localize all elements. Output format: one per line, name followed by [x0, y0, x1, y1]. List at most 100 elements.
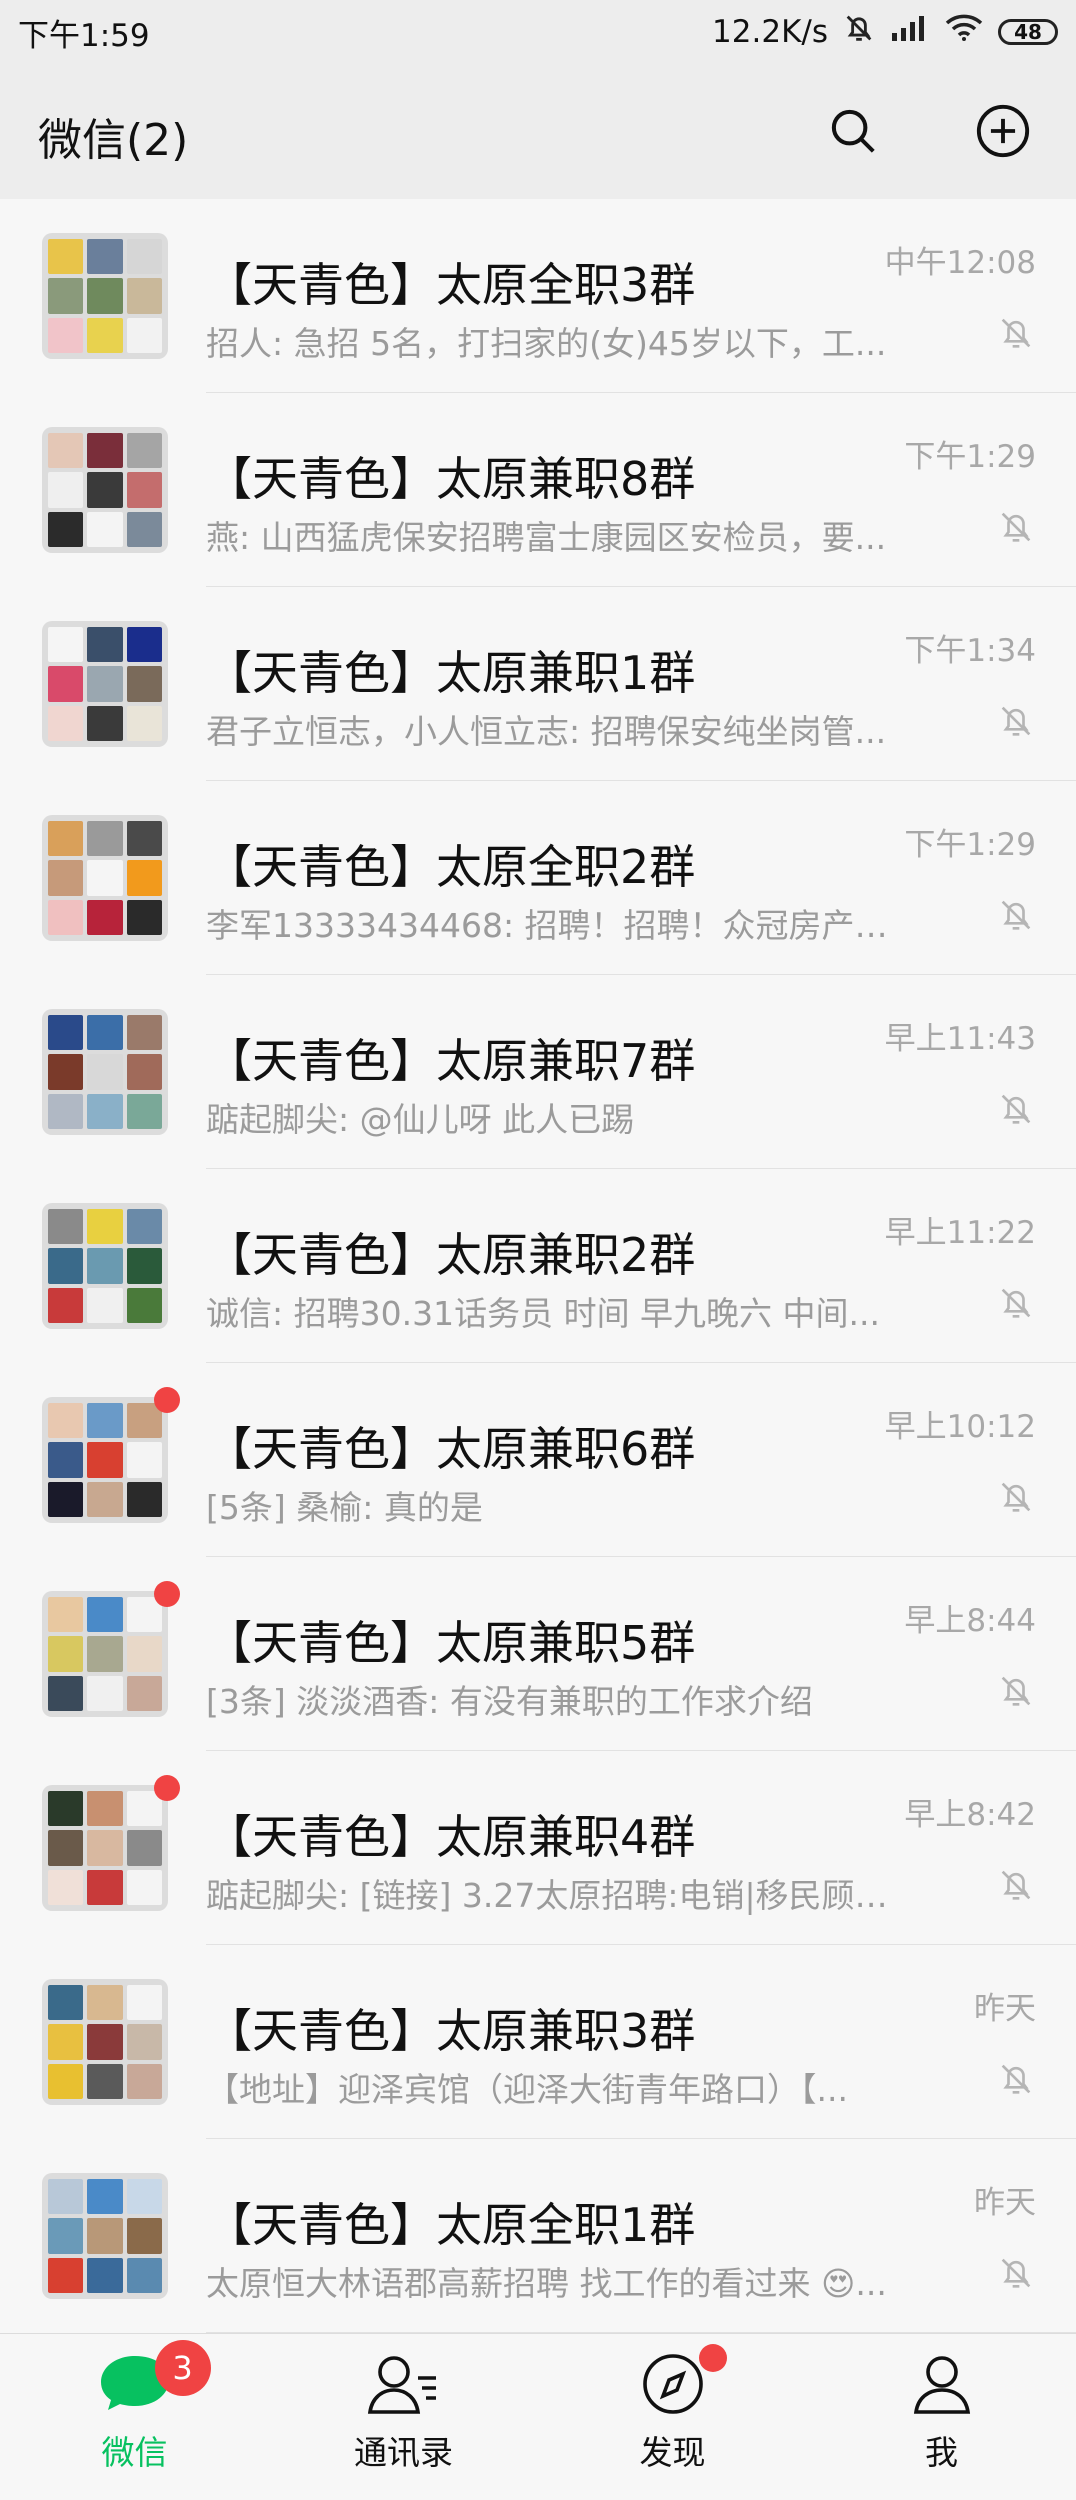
avatar-tile — [87, 1054, 123, 1090]
tab-chats[interactable]: 3 微信 — [0, 2334, 269, 2500]
chat-title: 【天青色】太原兼职6群 — [206, 1422, 696, 1476]
avatar-tile — [48, 1015, 84, 1051]
chat-timestamp: 早上11:43 — [884, 1021, 1036, 1057]
avatar-tile — [48, 2257, 84, 2293]
avatar-tile — [126, 1442, 162, 1478]
plus-circle-icon — [976, 104, 1030, 158]
chat-preview: [3条] 淡淡酒香: 有没有兼职的工作求介绍 — [206, 1682, 813, 1721]
chat-list-item[interactable]: 【天青色】太原兼职4群 早上8:42 踮起脚尖: [链接] 3.27太原招聘:电销|… — [0, 1751, 1076, 1945]
chat-timestamp: 下午1:29 — [904, 439, 1036, 475]
chat-timestamp: 早上10:12 — [884, 1409, 1036, 1445]
chat-preview: 招人: 急招 5名，打扫家的(女)45岁以下，工... — [206, 324, 887, 363]
avatar-tile — [126, 239, 162, 275]
group-avatar — [42, 1203, 168, 1329]
chat-list-item[interactable]: 【天青色】太原兼职8群 下午1:29 燕: 山西猛虎保安招聘富士康园区安检员，要..… — [0, 393, 1076, 587]
avatar-tile — [48, 1675, 84, 1711]
chat-timestamp: 下午1:29 — [904, 827, 1036, 863]
unread-count-badge: 3 — [154, 2340, 211, 2396]
chat-list-item[interactable]: 【天青色】太原全职1群 昨天 太原恒大林语郡高薪招聘 找工作的看过来 😍... — [0, 2139, 1076, 2333]
avatar-tile — [48, 317, 84, 353]
chat-preview: 燕: 山西猛虎保安招聘富士康园区安检员，要... — [206, 518, 887, 557]
chat-list: 【天青色】太原全职3群 中午12:08 招人: 急招 5名，打扫家的(女)45岁以下… — [0, 199, 1076, 2333]
chat-title: 【天青色】太原兼职1群 — [206, 646, 696, 700]
avatar-tile — [126, 433, 162, 469]
chat-list-item[interactable]: 【天青色】太原全职3群 中午12:08 招人: 急招 5名，打扫家的(女)45岁以下… — [0, 199, 1076, 393]
tab-discover[interactable]: 发现 — [538, 2334, 807, 2500]
avatar-tile — [87, 1869, 123, 1905]
avatar-tile — [87, 278, 123, 314]
avatar-tile — [87, 1481, 123, 1517]
chat-title: 【天青色】太原全职1群 — [206, 2198, 696, 2252]
avatar-tile — [87, 433, 123, 469]
muted-bell-icon — [1001, 1676, 1031, 1706]
chat-preview: 诚信: 招聘30.31话务员 时间 早九晚六 中间... — [206, 1294, 881, 1333]
avatar-tile — [48, 1985, 84, 2021]
avatar-tile — [48, 1636, 84, 1672]
avatar-tile — [87, 1830, 123, 1866]
avatar-tile — [126, 511, 162, 547]
avatar-tile — [126, 1093, 162, 1129]
avatar-tile — [126, 317, 162, 353]
group-avatar — [42, 427, 168, 553]
avatar-tile — [126, 1287, 162, 1323]
group-avatar — [42, 1785, 168, 1911]
avatar-tile — [126, 1675, 162, 1711]
muted-bell-icon — [1001, 1288, 1031, 1318]
avatar-tile — [126, 472, 162, 508]
tab-me[interactable]: 我 — [807, 2334, 1076, 2500]
wifi-icon — [944, 13, 984, 51]
avatar-tile — [87, 511, 123, 547]
avatar-tile — [126, 1015, 162, 1051]
search-button[interactable] — [820, 98, 886, 164]
chat-list-item[interactable]: 【天青色】太原兼职3群 昨天 【地址】迎泽宾馆（迎泽大街青年路口）【... — [0, 1945, 1076, 2139]
avatar-tile — [48, 278, 84, 314]
avatar-tile — [126, 1869, 162, 1905]
group-avatar — [42, 1397, 168, 1523]
signal-icon — [890, 13, 930, 51]
avatar-tile — [126, 821, 162, 857]
avatar-tile — [48, 511, 84, 547]
avatar-tile — [87, 2024, 123, 2060]
avatar-tile — [87, 1442, 123, 1478]
add-button[interactable] — [970, 98, 1036, 164]
chat-list-item[interactable]: 【天青色】太原兼职7群 早上11:43 踮起脚尖: @仙儿呀 此人已踢 — [0, 975, 1076, 1169]
bottom-tabbar: 3 微信 通讯录 发现 我 — [0, 2333, 1076, 2500]
person-icon — [913, 2356, 970, 2414]
chat-list-item[interactable]: 【天青色】太原全职2群 下午1:29 李军13333434468: 招聘！招聘！众冠… — [0, 781, 1076, 975]
avatar-tile — [126, 860, 162, 896]
chat-title: 【天青色】太原兼职4群 — [206, 1810, 696, 1864]
avatar-tile — [126, 1481, 162, 1517]
group-avatar — [42, 621, 168, 747]
chat-list-item[interactable]: 【天青色】太原兼职2群 早上11:22 诚信: 招聘30.31话务员 时间 早九晚六… — [0, 1169, 1076, 1363]
battery-icon: 48 — [998, 19, 1058, 45]
avatar-tile — [48, 1287, 84, 1323]
avatar-tile — [87, 705, 123, 741]
muted-bell-icon — [1001, 1094, 1031, 1124]
unread-dot — [154, 1581, 180, 1607]
avatar-tile — [126, 899, 162, 935]
avatar-tile — [126, 1636, 162, 1672]
chat-list-item[interactable]: 【天青色】太原兼职1群 下午1:34 君子立恒志，小人恒立志: 招聘保安纯坐岗管..… — [0, 587, 1076, 781]
group-avatar — [42, 1591, 168, 1717]
avatar-tile — [87, 666, 123, 702]
avatar-tile — [126, 666, 162, 702]
avatar-tile — [48, 860, 84, 896]
muted-bell-icon — [1001, 900, 1031, 930]
avatar-tile — [48, 1791, 84, 1827]
contacts-icon — [367, 2356, 436, 2414]
chat-preview: 李军13333434468: 招聘！招聘！众冠房产火爆招... — [206, 906, 916, 945]
avatar-tile — [87, 1403, 123, 1439]
tab-contacts[interactable]: 通讯录 — [269, 2334, 538, 2500]
avatar-tile — [48, 433, 84, 469]
avatar-tile — [48, 705, 84, 741]
status-indicators: 12.2K/s 48 — [712, 11, 1058, 53]
avatar-tile — [87, 1015, 123, 1051]
chat-list-item[interactable]: 【天青色】太原兼职5群 早上8:44 [3条] 淡淡酒香: 有没有兼职的工作求介绍 — [0, 1557, 1076, 1751]
avatar-tile — [87, 1597, 123, 1633]
mute-bell-icon — [842, 11, 876, 53]
chat-title: 【天青色】太原兼职8群 — [206, 452, 696, 506]
avatar-tile — [48, 2218, 84, 2254]
avatar-tile — [87, 1248, 123, 1284]
chat-list-item[interactable]: 【天青色】太原兼职6群 早上10:12 [5条] 桑榆: 真的是 — [0, 1363, 1076, 1557]
avatar-tile — [126, 2063, 162, 2099]
